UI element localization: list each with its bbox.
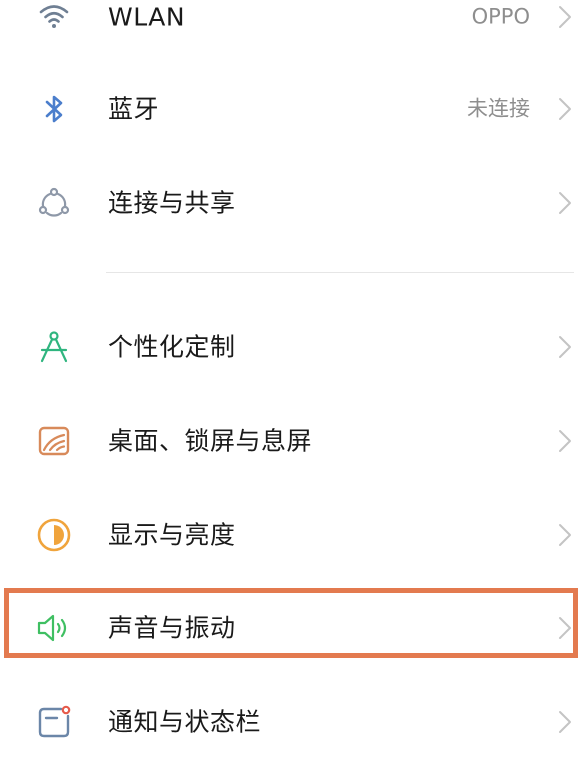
settings-list: WLAN OPPO 蓝牙 未连接 连接 <box>0 0 584 758</box>
wallpaper-icon <box>34 421 74 461</box>
compass-icon <box>34 327 74 367</box>
settings-item-label: 蓝牙 <box>108 97 159 122</box>
settings-item-wlan[interactable]: WLAN OPPO <box>0 0 584 64</box>
settings-item-label: 声音与振动 <box>108 616 236 641</box>
connection-share-icon <box>34 183 74 223</box>
brightness-icon <box>34 515 74 555</box>
settings-item-label: 个性化定制 <box>108 335 236 360</box>
settings-item-home-lock-screen[interactable]: 桌面、锁屏与息屏 <box>0 394 584 488</box>
chevron-right-icon <box>556 94 574 124</box>
chevron-right-icon <box>556 188 574 218</box>
wlan-network-name: OPPO <box>472 7 530 28</box>
chevron-right-icon <box>556 613 574 643</box>
chevron-right-icon <box>556 2 574 32</box>
speaker-icon <box>34 608 74 648</box>
settings-item-label: 显示与亮度 <box>108 523 236 548</box>
wifi-icon <box>34 0 74 37</box>
settings-item-label: 桌面、锁屏与息屏 <box>108 429 312 454</box>
settings-item-connection-sharing[interactable]: 连接与共享 <box>0 156 584 250</box>
notification-icon <box>34 702 74 742</box>
settings-item-label: WLAN <box>108 5 185 30</box>
settings-item-notification-status-bar[interactable]: 通知与状态栏 <box>0 675 584 769</box>
settings-item-sound-vibration[interactable]: 声音与振动 <box>0 581 584 675</box>
settings-item-personalization[interactable]: 个性化定制 <box>0 300 584 394</box>
chevron-right-icon <box>556 707 574 737</box>
bluetooth-status: 未连接 <box>467 99 530 120</box>
settings-item-label: 连接与共享 <box>108 191 236 216</box>
settings-item-display-brightness[interactable]: 显示与亮度 <box>0 488 584 582</box>
bluetooth-icon <box>34 89 74 129</box>
section-divider <box>106 272 574 273</box>
settings-item-label: 通知与状态栏 <box>108 710 261 735</box>
chevron-right-icon <box>556 332 574 362</box>
settings-item-bluetooth[interactable]: 蓝牙 未连接 <box>0 62 584 156</box>
chevron-right-icon <box>556 520 574 550</box>
chevron-right-icon <box>556 426 574 456</box>
